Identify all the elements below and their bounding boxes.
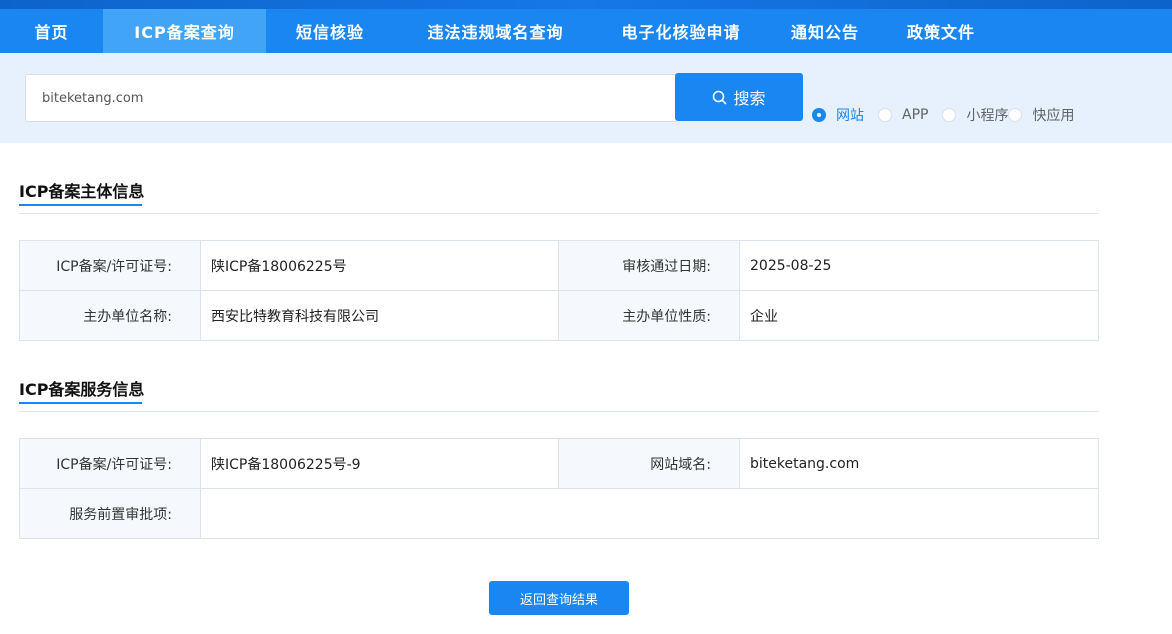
- nav-item-policies[interactable]: 政策文件: [885, 9, 997, 53]
- radio-website[interactable]: 网站: [812, 105, 864, 125]
- org-type-label: 主办单位性质:: [558, 290, 740, 341]
- type-radio-group: 网站 APP 小程序 快应用: [812, 105, 1074, 125]
- org-type-value: 企业: [739, 290, 1099, 341]
- top-banner-strip: [0, 0, 1172, 9]
- subject-section-title: ICP备案主体信息: [19, 182, 145, 201]
- approval-date-label: 审核通过日期:: [558, 240, 740, 291]
- radio-circle: [878, 108, 892, 122]
- table-row: 服务前置审批项:: [19, 488, 1099, 539]
- service-divider: [19, 411, 1099, 412]
- radio-label: 快应用: [1032, 108, 1075, 124]
- main-nav: 首页 ICP备案查询 短信核验 违法违规域名查询 电子化核验申请 通知公告 政策…: [0, 9, 1172, 53]
- radio-label: 网站: [836, 108, 864, 124]
- pre-approval-value: [200, 488, 1099, 539]
- nav-item-notices[interactable]: 通知公告: [765, 9, 885, 53]
- table-row: ICP备案/许可证号: 陕ICP备18006225号-9 网站域名: bitek…: [19, 438, 1099, 489]
- radio-quick-app[interactable]: 快应用: [1008, 105, 1074, 125]
- radio-label: 小程序: [966, 108, 1009, 124]
- subject-divider: [19, 213, 1099, 214]
- license-value: 陕ICP备18006225号: [200, 240, 559, 291]
- subject-info-table: ICP备案/许可证号: 陕ICP备18006225号 审核通过日期: 2025-…: [19, 240, 1099, 341]
- subject-title-underline: [19, 204, 142, 206]
- radio-circle: [812, 108, 826, 122]
- radio-label: APP: [902, 107, 929, 123]
- search-input[interactable]: [25, 74, 677, 122]
- nav-item-sms-verify[interactable]: 短信核验: [266, 9, 394, 53]
- nav-item-e-verify[interactable]: 电子化核验申请: [597, 9, 765, 53]
- service-license-value: 陕ICP备18006225号-9: [200, 438, 559, 489]
- service-license-label: ICP备案/许可证号:: [19, 438, 201, 489]
- domain-label: 网站域名:: [558, 438, 740, 489]
- service-info-table: ICP备案/许可证号: 陕ICP备18006225号-9 网站域名: bitek…: [19, 438, 1099, 539]
- org-name-label: 主办单位名称:: [19, 290, 201, 341]
- pre-approval-label: 服务前置审批项:: [19, 488, 201, 539]
- radio-app[interactable]: APP: [878, 107, 928, 123]
- table-row: ICP备案/许可证号: 陕ICP备18006225号 审核通过日期: 2025-…: [19, 240, 1099, 291]
- radio-mini-program[interactable]: 小程序: [942, 105, 1008, 125]
- table-row: 主办单位名称: 西安比特教育科技有限公司 主办单位性质: 企业: [19, 290, 1099, 341]
- nav-item-illegal-domain[interactable]: 违法违规域名查询: [394, 9, 597, 53]
- nav-item-home[interactable]: 首页: [0, 9, 103, 53]
- search-band: 搜索 网站 APP 小程序 快应用: [0, 53, 1172, 143]
- back-to-results-button[interactable]: 返回查询结果: [489, 581, 629, 615]
- radio-circle: [1008, 108, 1023, 122]
- domain-value: biteketang.com: [739, 438, 1099, 489]
- search-button-label: 搜索: [733, 89, 766, 108]
- search-button[interactable]: 搜索: [675, 73, 803, 121]
- approval-date-value: 2025-08-25: [739, 240, 1099, 291]
- org-name-value: 西安比特教育科技有限公司: [200, 290, 559, 341]
- service-section-title: ICP备案服务信息: [19, 380, 145, 399]
- license-label: ICP备案/许可证号:: [19, 240, 201, 291]
- service-title-underline: [19, 402, 142, 404]
- search-icon: [713, 90, 727, 104]
- radio-circle: [942, 108, 957, 122]
- nav-item-icp-query[interactable]: ICP备案查询: [103, 9, 266, 53]
